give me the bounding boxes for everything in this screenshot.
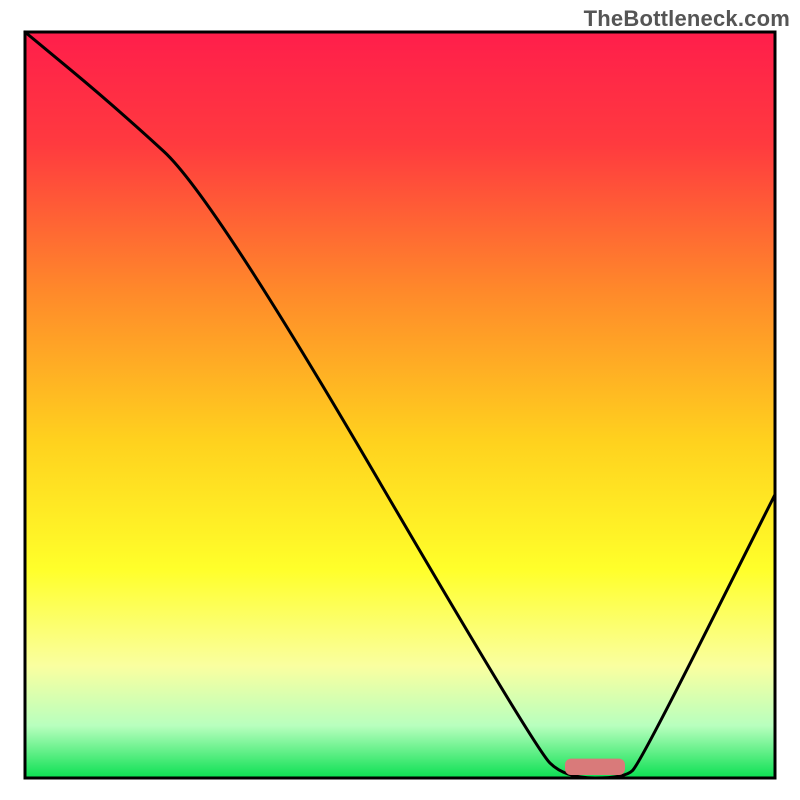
highlight-bar [565, 759, 625, 775]
bottleneck-chart: TheBottleneck.com [0, 0, 800, 800]
chart-svg [0, 0, 800, 800]
plot-background [25, 32, 775, 778]
